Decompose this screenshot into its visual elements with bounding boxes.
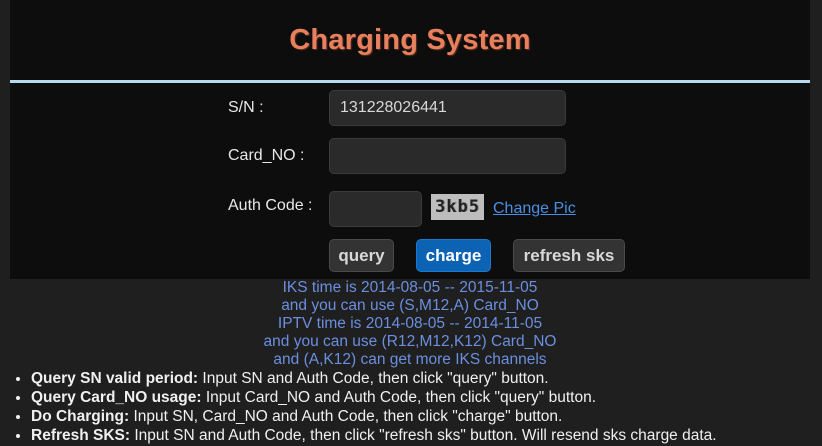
- info-line: and you can use (R12,M12,K12) Card_NO: [263, 333, 557, 350]
- help-item-text: Input Card_NO and Auth Code, then click …: [201, 389, 596, 406]
- auth-code-label: Auth Code :: [228, 197, 313, 214]
- sn-label: S/N :: [228, 99, 264, 116]
- help-item-title: Query SN valid period:: [31, 370, 199, 387]
- change-pic-link[interactable]: Change Pic: [493, 200, 576, 218]
- refresh-sks-button[interactable]: refresh sks: [513, 239, 625, 272]
- charge-button[interactable]: charge: [416, 239, 491, 272]
- validity-info: IKS time is 2014-08-05 -- 2015-11-05 and…: [10, 279, 810, 369]
- info-line: IKS time is 2014-08-05 -- 2015-11-05: [282, 279, 538, 296]
- info-line: and (A,K12) can get more IKS channels: [273, 351, 547, 368]
- captcha-image[interactable]: 3kb5: [431, 194, 484, 220]
- charging-form: S/N : Card_NO : Auth Code : 3kb5 Change …: [10, 83, 810, 279]
- page: Charging System S/N : Card_NO : Auth Cod…: [0, 0, 822, 446]
- help-item: Do Charging: Input SN, Card_NO and Auth …: [31, 407, 717, 426]
- usage-help-list: Query SN valid period: Input SN and Auth…: [0, 369, 717, 445]
- auth-code-input[interactable]: [329, 191, 422, 227]
- query-button[interactable]: query: [329, 239, 394, 272]
- help-item-title: Do Charging:: [31, 408, 130, 425]
- help-item-text: Input SN and Auth Code, then click "quer…: [198, 370, 549, 387]
- help-item-title: Refresh SKS:: [31, 427, 131, 444]
- help-item-title: Query Card_NO usage:: [31, 389, 202, 406]
- help-item-text: Input SN, Card_NO and Auth Code, then cl…: [129, 408, 563, 425]
- sn-input[interactable]: [329, 90, 566, 126]
- help-item: Refresh SKS: Input SN and Auth Code, the…: [31, 426, 717, 445]
- info-line: and you can use (S,M12,A) Card_NO: [281, 297, 539, 314]
- help-item: Query Card_NO usage: Input Card_NO and A…: [31, 388, 717, 407]
- page-title: Charging System: [289, 24, 531, 56]
- card-no-input[interactable]: [329, 138, 566, 174]
- header: Charging System: [10, 0, 810, 81]
- help-item-text: Input SN and Auth Code, then click "refr…: [130, 427, 717, 444]
- info-line: IPTV time is 2014-08-05 -- 2014-11-05: [277, 315, 543, 332]
- card-no-label: Card_NO :: [228, 147, 305, 164]
- help-item: Query SN valid period: Input SN and Auth…: [31, 369, 717, 388]
